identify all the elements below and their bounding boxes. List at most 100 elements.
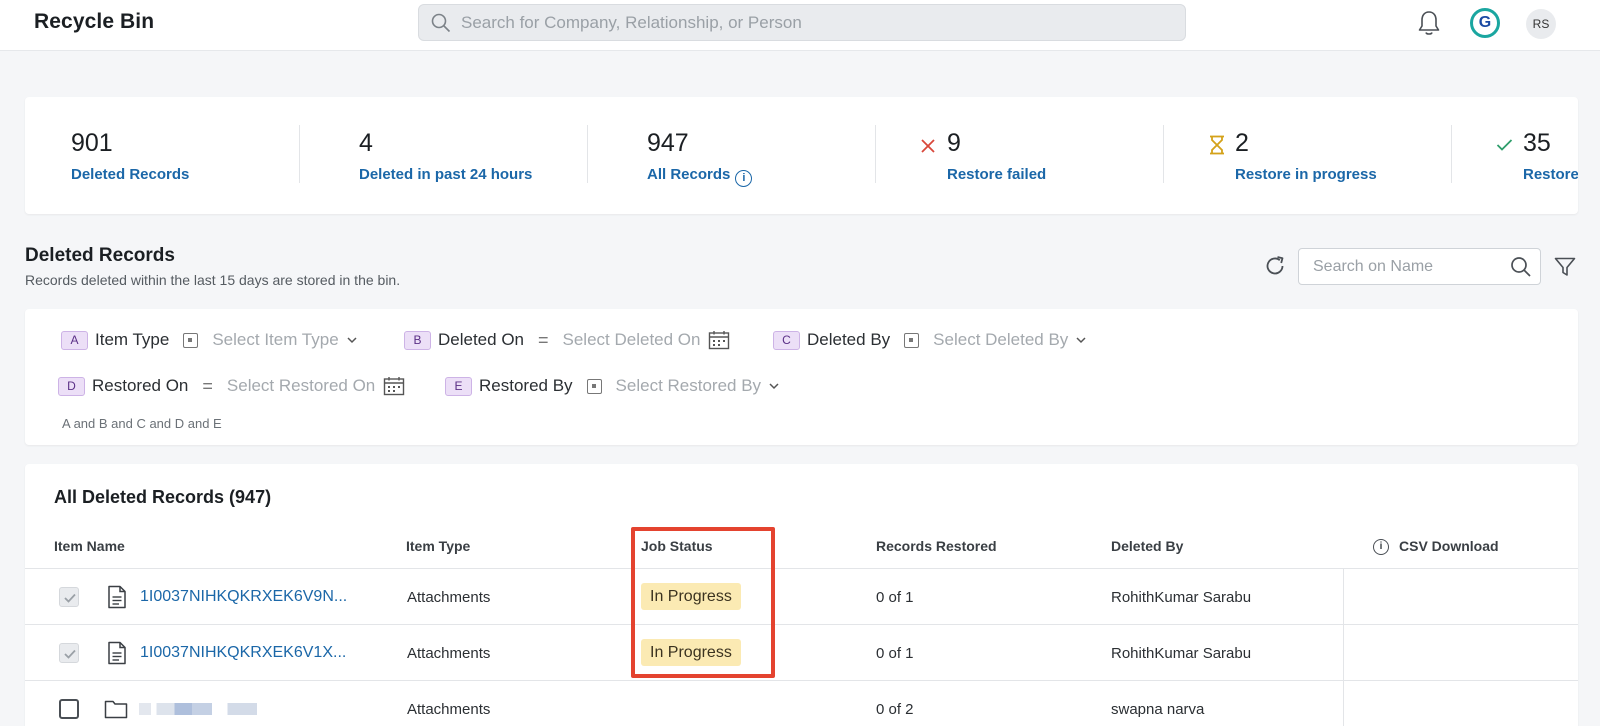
filter-badge: B bbox=[404, 330, 431, 350]
filter-restored-on[interactable]: D Restored On = Select Restored On bbox=[58, 373, 405, 399]
stat-label[interactable]: Restore failed bbox=[947, 166, 1046, 183]
calendar-icon[interactable] bbox=[708, 330, 730, 350]
filter-badge: E bbox=[445, 376, 472, 396]
row-divider bbox=[25, 680, 1578, 681]
select-box-icon bbox=[904, 332, 920, 348]
global-search-input[interactable] bbox=[461, 5, 1161, 40]
records-restored: 0 of 1 bbox=[876, 645, 914, 662]
column-header-deleted-by[interactable]: Deleted By bbox=[1111, 538, 1183, 554]
filter-name: Restored By bbox=[479, 376, 573, 395]
filter-name: Deleted By bbox=[807, 330, 891, 349]
filter-logic: A and B and C and D and E bbox=[62, 416, 222, 431]
info-icon[interactable]: i bbox=[1373, 539, 1389, 555]
deleted-by: RohithKumar Sarabu bbox=[1111, 589, 1252, 606]
stat-value: 901 bbox=[71, 129, 113, 157]
filter-placeholder[interactable]: Select Item Type bbox=[212, 330, 338, 350]
filter-badge: C bbox=[773, 330, 800, 350]
filter-badge: D bbox=[58, 376, 85, 396]
filter-name: Item Type bbox=[95, 330, 170, 349]
stat-value: 4 bbox=[359, 129, 373, 157]
stat-label: All Records bbox=[647, 166, 731, 183]
info-icon[interactable]: i bbox=[735, 170, 753, 187]
filter-placeholder[interactable]: Select Deleted By bbox=[933, 330, 1068, 350]
stats-card: 901 Deleted Records 4 Deleted in past 24… bbox=[25, 97, 1578, 214]
stat-label[interactable]: Restore in progress bbox=[1235, 166, 1377, 183]
app-logo[interactable]: G bbox=[1470, 8, 1500, 38]
filter-operator: = bbox=[202, 375, 213, 396]
page-title: Recycle Bin bbox=[34, 10, 155, 33]
header-divider bbox=[25, 568, 1578, 569]
row-checkbox[interactable] bbox=[59, 643, 79, 663]
stat-label[interactable]: Deleted Records bbox=[71, 166, 189, 183]
stat-label[interactable]: Deleted in past 24 hours bbox=[359, 166, 532, 183]
name-search-input[interactable] bbox=[1313, 249, 1503, 284]
hourglass-icon bbox=[1210, 135, 1224, 155]
column-header-records-restored[interactable]: Records Restored bbox=[876, 538, 997, 554]
column-header-csv-download[interactable]: CSV Download bbox=[1399, 538, 1499, 554]
item-name-link[interactable]: 1I0037NIHKQKRXEK6V1X... bbox=[140, 644, 346, 662]
file-icon bbox=[108, 641, 126, 665]
avatar-initials: RS bbox=[1532, 17, 1550, 31]
select-box-icon bbox=[183, 332, 199, 348]
search-icon bbox=[431, 13, 451, 33]
checkmark-icon bbox=[64, 649, 76, 659]
stat-value: 947 bbox=[647, 129, 689, 157]
bell-icon[interactable] bbox=[1416, 9, 1442, 37]
x-icon bbox=[921, 139, 935, 153]
filter-placeholder[interactable]: Select Deleted On bbox=[563, 330, 701, 350]
section-title: Deleted Records bbox=[25, 245, 175, 266]
refresh-icon[interactable] bbox=[1263, 254, 1287, 278]
stat-divider bbox=[875, 125, 876, 183]
stat-label[interactable]: Restore c bbox=[1523, 166, 1578, 183]
filter-icon[interactable] bbox=[1553, 255, 1577, 279]
stat-value: 35 bbox=[1523, 129, 1551, 157]
table-title: All Deleted Records (947) bbox=[54, 487, 272, 507]
item-type: Attachments bbox=[407, 701, 491, 718]
search-icon[interactable] bbox=[1510, 256, 1532, 278]
chevron-down-icon[interactable] bbox=[347, 335, 357, 345]
item-type: Attachments bbox=[407, 645, 491, 662]
deleted-by: RohithKumar Sarabu bbox=[1111, 645, 1252, 662]
item-name-link[interactable]: 1I0037NIHKQKRXEK6V9N... bbox=[140, 588, 347, 606]
filter-placeholder[interactable]: Select Restored On bbox=[227, 376, 375, 396]
checkmark-icon bbox=[64, 593, 76, 603]
avatar[interactable]: RS bbox=[1526, 9, 1556, 39]
row-checkbox[interactable] bbox=[59, 587, 79, 607]
global-search[interactable] bbox=[418, 4, 1186, 41]
row-checkbox[interactable] bbox=[59, 699, 79, 719]
calendar-icon[interactable] bbox=[383, 376, 405, 396]
top-bar: Recycle Bin G RS bbox=[0, 0, 1600, 51]
chevron-down-icon[interactable] bbox=[1076, 335, 1086, 345]
job-status-highlight bbox=[631, 527, 775, 678]
deleted-by: swapna narva bbox=[1111, 701, 1205, 718]
stat-divider bbox=[1451, 125, 1452, 183]
stat-value: 9 bbox=[947, 129, 961, 157]
chevron-down-icon[interactable] bbox=[769, 381, 779, 391]
records-restored: 0 of 1 bbox=[876, 589, 914, 606]
filter-operator: = bbox=[538, 329, 549, 350]
stat-divider bbox=[299, 125, 300, 183]
item-type: Attachments bbox=[407, 589, 491, 606]
logo-letter: G bbox=[1478, 14, 1492, 31]
filter-badge: A bbox=[61, 330, 88, 350]
filter-item-type[interactable]: A Item Type Select Item Type bbox=[61, 327, 357, 353]
select-box-icon bbox=[586, 378, 602, 394]
filter-name: Restored On bbox=[92, 376, 189, 395]
column-header-item-name[interactable]: Item Name bbox=[54, 538, 125, 554]
filter-deleted-by[interactable]: C Deleted By Select Deleted By bbox=[773, 327, 1086, 353]
stat-value: 2 bbox=[1235, 129, 1249, 157]
row-divider bbox=[25, 624, 1578, 625]
filter-placeholder[interactable]: Select Restored By bbox=[616, 376, 762, 396]
filter-deleted-on[interactable]: B Deleted On = Select Deleted On bbox=[404, 327, 730, 353]
name-search[interactable] bbox=[1298, 248, 1541, 285]
records-restored: 0 of 2 bbox=[876, 701, 914, 718]
file-icon bbox=[108, 585, 126, 609]
stat-label-wrap[interactable]: All Records i bbox=[647, 166, 753, 187]
folder-icon bbox=[104, 700, 128, 719]
stat-divider bbox=[587, 125, 588, 183]
filter-restored-by[interactable]: E Restored By Select Restored By bbox=[445, 373, 779, 399]
column-header-item-type[interactable]: Item Type bbox=[406, 538, 470, 554]
check-icon bbox=[1496, 139, 1513, 151]
redacted-name bbox=[139, 703, 257, 715]
filter-name: Deleted On bbox=[438, 330, 524, 349]
